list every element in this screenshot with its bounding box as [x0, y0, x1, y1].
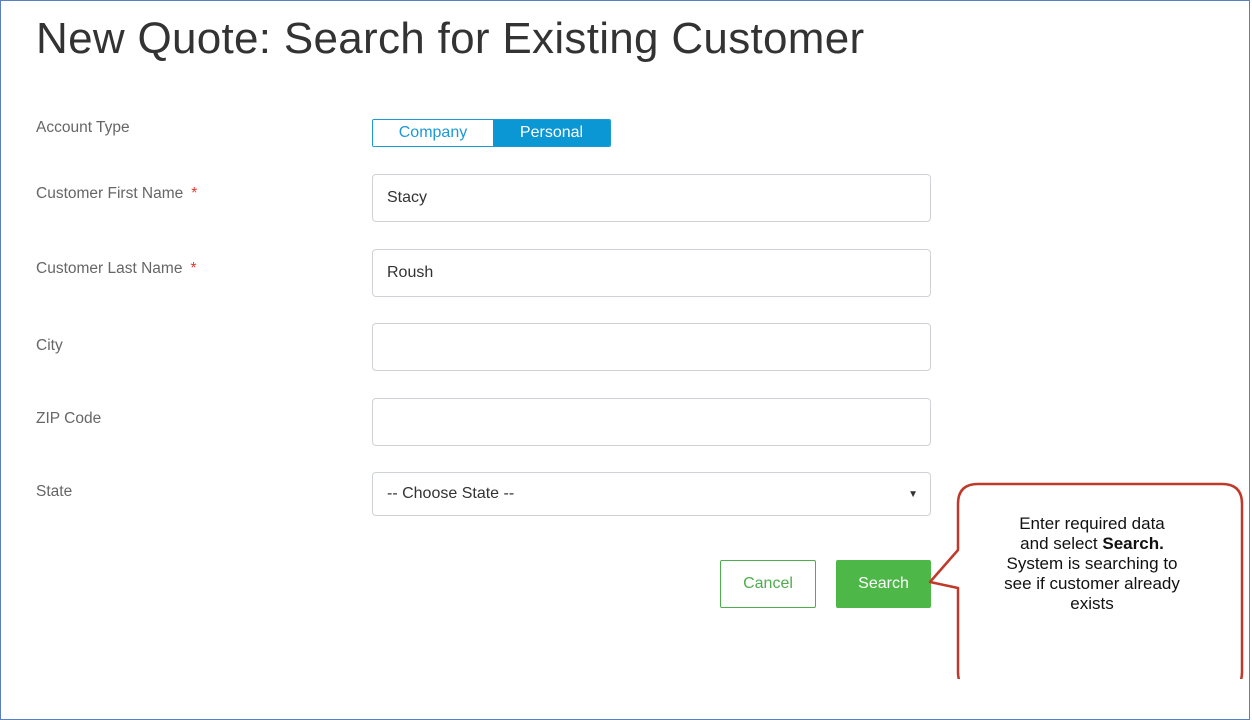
account-type-personal-option[interactable]: Personal [493, 120, 610, 146]
last-name-label: Customer Last Name * [36, 260, 197, 278]
cancel-button[interactable]: Cancel [720, 560, 816, 608]
first-name-label: Customer First Name * [36, 185, 197, 203]
required-marker: * [190, 260, 197, 277]
zip-code-field[interactable] [372, 398, 931, 446]
callout-line-2-bold: Search. [1102, 534, 1164, 553]
state-select[interactable]: -- Choose State -- ▼ [372, 472, 931, 516]
city-label: City [36, 337, 63, 354]
last-name-label-text: Customer Last Name [36, 260, 183, 277]
callout-line-4: see if customer already [1004, 574, 1180, 593]
state-select-value: -- Choose State -- [387, 485, 515, 502]
required-marker: * [191, 185, 198, 202]
instruction-callout: Enter required data and select Search. S… [900, 480, 1250, 679]
callout-line-3: System is searching to [1006, 554, 1178, 573]
state-label: State [36, 483, 73, 500]
first-name-label-text: Customer First Name [36, 185, 184, 202]
page-title: New Quote: Search for Existing Customer [36, 14, 865, 63]
zip-code-label: ZIP Code [36, 410, 102, 427]
last-name-field[interactable] [372, 249, 931, 297]
callout-line-1: Enter required data [1019, 514, 1165, 533]
account-type-company-option[interactable]: Company [373, 120, 493, 146]
callout-text: Enter required data and select Search. S… [964, 514, 1220, 614]
account-type-toggle: Company Personal [372, 119, 611, 147]
callout-line-2: and select Search. [964, 534, 1220, 554]
city-field[interactable] [372, 323, 931, 371]
account-type-label: Account Type [36, 119, 130, 136]
callout-line-2-prefix: and select [1020, 534, 1103, 553]
callout-line-5: exists [1070, 594, 1114, 613]
first-name-field[interactable] [372, 174, 931, 222]
